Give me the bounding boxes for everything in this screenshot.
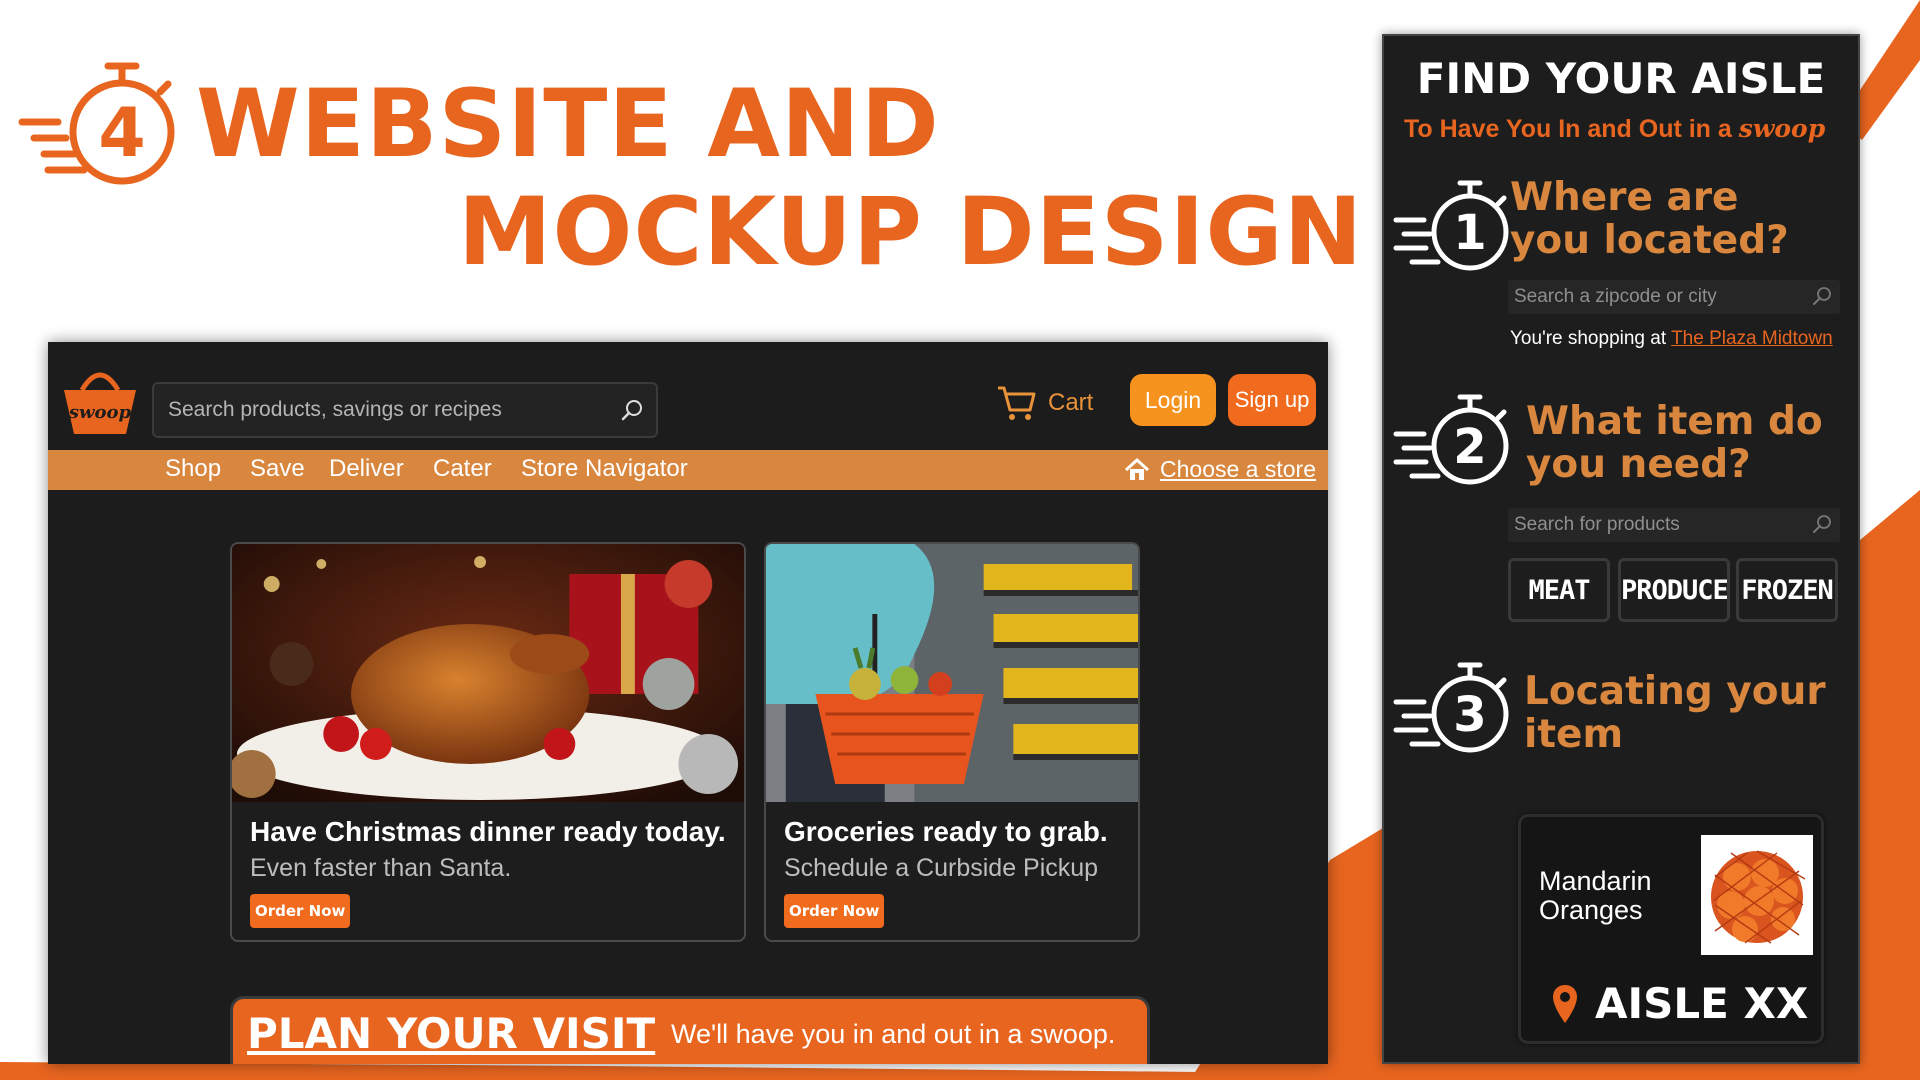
- website-mockup: swoop Cart Login Sign up Shop Save Deliv…: [48, 342, 1328, 1064]
- stopwatch-step-3-icon: 3: [1393, 662, 1509, 753]
- step-2-line-2: you need?: [1526, 442, 1751, 487]
- card-title: Groceries ready to grab.: [784, 816, 1108, 847]
- christmas-dinner-image: [232, 544, 744, 802]
- nav-shop[interactable]: Shop: [165, 455, 221, 483]
- product-search-box[interactable]: [1508, 508, 1840, 542]
- swoop-logo[interactable]: swoop: [60, 356, 140, 440]
- stopwatch-number-icon: 4: [18, 62, 175, 185]
- cart-icon: [998, 386, 1036, 420]
- result-product-name: Mandarin Oranges: [1539, 867, 1679, 925]
- shopper-with-basket-image: [766, 544, 1138, 802]
- search-icon[interactable]: [620, 398, 644, 422]
- step-1-question: Where are you located?: [1510, 176, 1789, 262]
- nav-cater[interactable]: Cater: [433, 455, 492, 483]
- login-button[interactable]: Login: [1130, 374, 1216, 426]
- kiosk-title: FIND YOUR AISLE: [1416, 54, 1826, 103]
- step-1-line-1: Where are: [1510, 175, 1739, 220]
- aisle-label: AISLE XX: [1595, 979, 1809, 1028]
- plan-title: PLAN YOUR VISIT: [247, 1009, 656, 1058]
- logo-text: swoop: [68, 402, 132, 423]
- choose-store-link[interactable]: Choose a store: [1160, 456, 1316, 483]
- card-subtitle: Schedule a Curbside Pickup: [784, 854, 1099, 882]
- stopwatch-step-2-icon: 2: [1393, 394, 1509, 485]
- step-3-line-2: item: [1524, 712, 1624, 757]
- headline-line-1: WEBSITE AND: [196, 70, 940, 179]
- nav-deliver[interactable]: Deliver: [329, 455, 404, 483]
- category-meat-button[interactable]: MEAT: [1508, 558, 1610, 622]
- location-search-box[interactable]: [1508, 280, 1840, 314]
- step-3-line-1: Locating your: [1524, 669, 1826, 714]
- find-your-aisle-kiosk: FIND YOUR AISLE To Have You In and Out i…: [1382, 34, 1860, 1064]
- headline-line-2: MOCKUP DESIGN: [458, 178, 1364, 287]
- plan-subtitle: We'll have you in and out in a swoop.: [671, 1019, 1116, 1049]
- stopwatch-step-1-icon: 1: [1393, 180, 1509, 271]
- step-2-question: What item do you need?: [1526, 400, 1823, 486]
- product-search-input[interactable]: [1514, 508, 1804, 542]
- search-icon[interactable]: [1812, 514, 1832, 534]
- order-now-button[interactable]: Order Now: [250, 894, 351, 928]
- headline-number: 4: [98, 94, 145, 173]
- nav-store-navigator[interactable]: Store Navigator: [521, 455, 688, 483]
- cart-label: Cart: [1048, 389, 1094, 416]
- home-icon: [1124, 458, 1150, 480]
- promo-card-groceries[interactable]: Groceries ready to grab. Schedule a Curb…: [764, 542, 1140, 942]
- category-produce-button[interactable]: PRODUCE: [1618, 558, 1730, 622]
- step-1-line-2: you located?: [1510, 218, 1789, 263]
- plan-your-visit-banner[interactable]: PLAN YOUR VISIT We'll have you in and ou…: [230, 996, 1150, 1064]
- shopping-prefix: You're shopping at: [1510, 328, 1667, 349]
- order-now-button[interactable]: Order Now: [784, 894, 885, 928]
- category-frozen-button[interactable]: FROZEN: [1736, 558, 1838, 622]
- headline: WEBSITE AND MOCKUP DESIGN: [196, 70, 1362, 287]
- signup-button[interactable]: Sign up: [1228, 374, 1316, 426]
- result-name-line-1: Mandarin: [1539, 866, 1652, 896]
- site-header: swoop Cart Login Sign up: [48, 342, 1328, 450]
- location-pin-icon: [1553, 985, 1577, 1023]
- step-2-line-1: What item do: [1526, 399, 1823, 444]
- step-3-question: Locating your item: [1524, 670, 1826, 756]
- step-3-number: 3: [1453, 687, 1486, 743]
- mandarin-oranges-image: [1701, 835, 1813, 955]
- search-icon[interactable]: [1812, 286, 1832, 306]
- card-subtitle: Even faster than Santa.: [250, 854, 512, 882]
- step-1-number: 1: [1453, 205, 1486, 261]
- kiosk-subtitle-text: To Have You In and Out in a: [1404, 115, 1732, 143]
- card-title: Have Christmas dinner ready today.: [250, 816, 726, 847]
- site-search-input[interactable]: [168, 384, 608, 436]
- site-search-box[interactable]: [152, 382, 658, 438]
- result-name-line-2: Oranges: [1539, 895, 1643, 925]
- kiosk-subtitle: To Have You In and Out in a swoop: [1404, 114, 1825, 144]
- step-2-number: 2: [1453, 419, 1486, 475]
- cart-link[interactable]: Cart: [996, 382, 1093, 424]
- promo-card-christmas[interactable]: Have Christmas dinner ready today. Even …: [230, 542, 746, 942]
- location-search-input[interactable]: [1514, 280, 1804, 314]
- aisle-result-card: Mandarin Oranges AISLE XX: [1518, 814, 1824, 1044]
- main-nav: Shop Save Deliver Cater Store Navigator …: [48, 450, 1328, 490]
- store-link[interactable]: The Plaza Midtown: [1671, 328, 1833, 349]
- shopping-at-text: You're shopping at The Plaza Midtown: [1510, 328, 1833, 350]
- nav-save[interactable]: Save: [250, 455, 305, 483]
- kiosk-brand: swoop: [1738, 114, 1826, 143]
